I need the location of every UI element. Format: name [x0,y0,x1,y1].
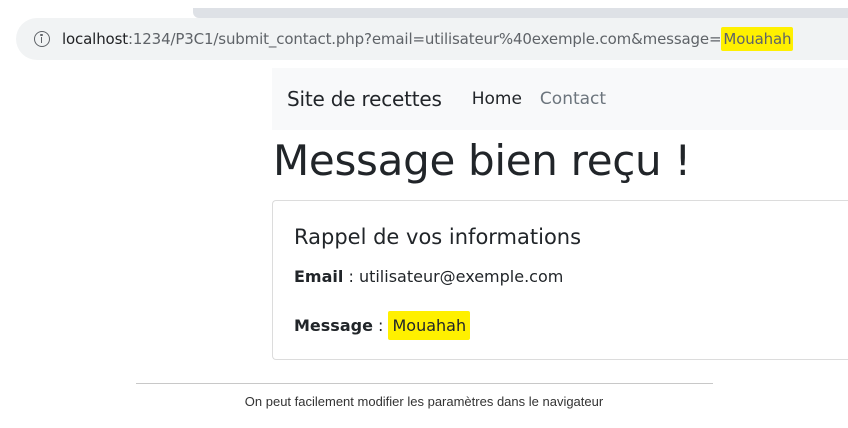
navbar-brand[interactable]: Site de recettes [287,87,442,111]
address-bar[interactable]: localhost:1234/P3C1/submit_contact.php?e… [16,18,848,60]
info-card: Rappel de vos informations Email : utili… [272,200,848,360]
email-line: Email : utilisateur@exemple.com [294,267,563,286]
message-line: Message : Mouahah [294,311,471,340]
nav-link-contact[interactable]: Contact [540,89,606,109]
message-value: Mouahah [388,311,471,340]
email-label: Email [294,267,344,286]
info-icon[interactable] [34,31,50,47]
nav-link-home[interactable]: Home [472,89,522,109]
url-text[interactable]: localhost:1234/P3C1/submit_contact.php?e… [62,27,794,51]
url-highlighted-param: Mouahah [721,27,794,51]
site-navbar: Site de recettes Home Contact [272,68,848,130]
message-label: Message [294,316,373,335]
url-path: :1234/P3C1/submit_contact.php?email=util… [127,30,722,48]
email-value: utilisateur@exemple.com [358,267,564,286]
page-title: Message bien reçu ! [273,136,691,185]
caption-divider [136,383,713,384]
card-title: Rappel de vos informations [294,225,582,249]
browser-tab-strip [193,8,848,18]
url-host: localhost [62,30,128,48]
email-separator: : [343,267,359,286]
message-separator: : [372,316,389,335]
image-caption: On peut facilement modifier les paramètr… [244,394,604,409]
